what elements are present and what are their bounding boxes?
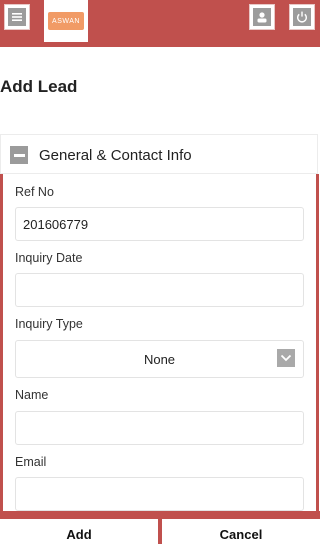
minus-icon[interactable] bbox=[10, 146, 28, 164]
page-title: Add Lead bbox=[0, 77, 78, 96]
chevron-down-icon bbox=[277, 349, 295, 367]
ref-no-label: Ref No bbox=[15, 185, 54, 199]
section-title: General & Contact Info bbox=[39, 147, 192, 164]
power-icon bbox=[293, 8, 311, 26]
name-field[interactable] bbox=[15, 411, 304, 445]
app-logo: ASWAN bbox=[44, 0, 88, 42]
inquiry-date-field[interactable] bbox=[15, 273, 304, 307]
inquiry-date-label: Inquiry Date bbox=[15, 251, 83, 265]
power-button[interactable] bbox=[289, 4, 315, 30]
user-button[interactable] bbox=[249, 4, 275, 30]
inquiry-type-value: None bbox=[143, 351, 176, 367]
action-bar: Add Cancel bbox=[0, 511, 320, 549]
lead-form: Ref No 201606779 Inquiry Date Inquiry Ty… bbox=[0, 174, 320, 512]
email-field[interactable] bbox=[15, 477, 304, 511]
email-label: Email bbox=[15, 455, 47, 469]
ref-no-value: 201606779 bbox=[23, 216, 89, 232]
logo-text: ASWAN bbox=[52, 17, 80, 25]
menu-button[interactable] bbox=[4, 4, 30, 30]
cancel-button[interactable]: Cancel bbox=[162, 519, 320, 549]
hamburger-icon bbox=[8, 8, 26, 26]
user-icon bbox=[253, 8, 271, 26]
general-contact-panel: General & Contact Info Ref No 201606779 … bbox=[0, 134, 320, 544]
logo-ribbon: ASWAN bbox=[48, 12, 84, 30]
inquiry-type-select[interactable]: None bbox=[15, 340, 304, 378]
name-label: Name bbox=[15, 388, 49, 402]
inquiry-type-label: Inquiry Type bbox=[15, 317, 83, 331]
ref-no-field[interactable]: 201606779 bbox=[15, 207, 304, 241]
add-button[interactable]: Add bbox=[0, 519, 158, 549]
top-bar: ASWAN bbox=[0, 0, 320, 47]
section-header[interactable]: General & Contact Info bbox=[0, 134, 318, 174]
